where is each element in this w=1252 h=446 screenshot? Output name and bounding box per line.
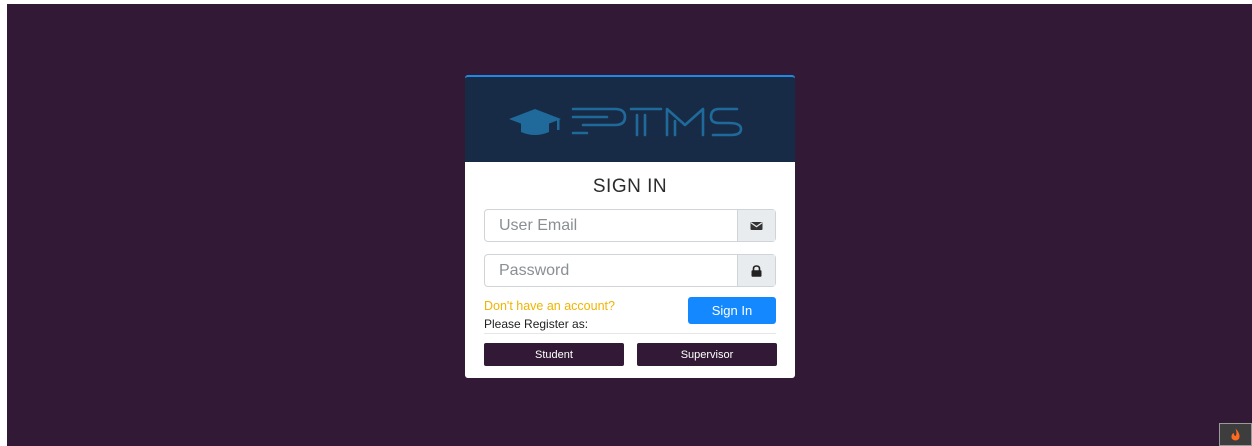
envelope-icon: [737, 210, 775, 241]
graduation-cap-icon: [509, 109, 561, 135]
password-input[interactable]: [485, 255, 737, 286]
signin-title: SIGN IN: [592, 176, 668, 197]
corner-widget[interactable]: [1219, 423, 1252, 446]
signin-card: SIGN IN Don't have an account? Please Re…: [465, 75, 795, 378]
card-header: [465, 77, 795, 162]
supervisor-register-button[interactable]: Supervisor: [637, 343, 777, 366]
password-field: [484, 254, 776, 287]
flame-icon: [1231, 428, 1240, 441]
logo-wordmark: [571, 107, 743, 137]
lock-icon: [737, 255, 775, 286]
signin-button[interactable]: Sign In: [688, 297, 776, 324]
ptms-logo: [509, 107, 743, 137]
email-field: [484, 209, 776, 242]
divider: [484, 333, 776, 334]
student-register-button[interactable]: Student: [484, 343, 624, 366]
signup-prompt-link[interactable]: Don't have an account?: [484, 299, 615, 313]
email-input[interactable]: [485, 210, 737, 241]
register-label: Please Register as:: [484, 317, 589, 331]
